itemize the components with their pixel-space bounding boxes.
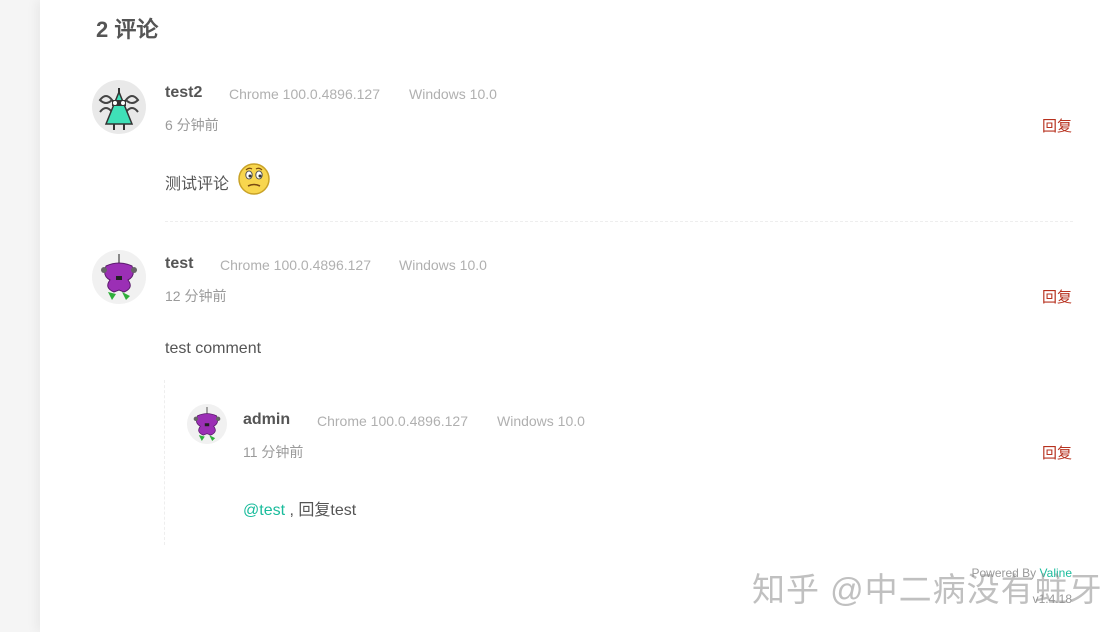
reply-text: , 回复test xyxy=(285,502,357,519)
comment-time: 12 分钟前 xyxy=(165,288,227,304)
comment-text: test comment xyxy=(165,340,262,357)
avatar[interactable] xyxy=(92,250,146,304)
identicon-monster-avatar-icon xyxy=(92,250,146,304)
nested-reply-border xyxy=(164,380,165,545)
comment-browser: Chrome 100.0.4896.127 xyxy=(229,86,380,102)
thinking-emoji-icon xyxy=(237,162,271,201)
identicon-monster-avatar-icon xyxy=(187,404,227,444)
comment-time: 11 分钟前 xyxy=(243,444,304,460)
reply-button[interactable]: 回复 xyxy=(1042,286,1072,307)
comment-text: @test , 回复test xyxy=(243,496,356,520)
mention-link[interactable]: @test xyxy=(243,502,285,519)
watermark: 知乎 @中二病没有蛀牙 xyxy=(752,571,1103,608)
comment-os: Windows 10.0 xyxy=(497,413,585,429)
comment-nick[interactable]: test xyxy=(165,255,193,273)
comments-panel: 2 评论 test2 Chrome 100.0.4896.127 Windows… xyxy=(40,0,1115,632)
avatar[interactable] xyxy=(92,80,146,134)
identicon-robot-avatar-icon xyxy=(92,80,146,134)
comment-divider xyxy=(165,221,1073,222)
comment-browser: Chrome 100.0.4896.127 xyxy=(220,257,371,273)
comment-text: 测试评论 xyxy=(165,176,230,193)
comment-os: Windows 10.0 xyxy=(399,257,487,273)
comment-count-title: 2 评论 xyxy=(96,17,159,42)
reply-button[interactable]: 回复 xyxy=(1042,442,1072,463)
comment-nick[interactable]: test2 xyxy=(165,84,202,102)
comment-os: Windows 10.0 xyxy=(409,86,497,102)
comment-nick[interactable]: admin xyxy=(243,411,290,429)
comment-time: 6 分钟前 xyxy=(165,117,219,133)
avatar[interactable] xyxy=(187,404,227,444)
reply-button[interactable]: 回复 xyxy=(1042,115,1072,136)
comment-browser: Chrome 100.0.4896.127 xyxy=(317,413,468,429)
